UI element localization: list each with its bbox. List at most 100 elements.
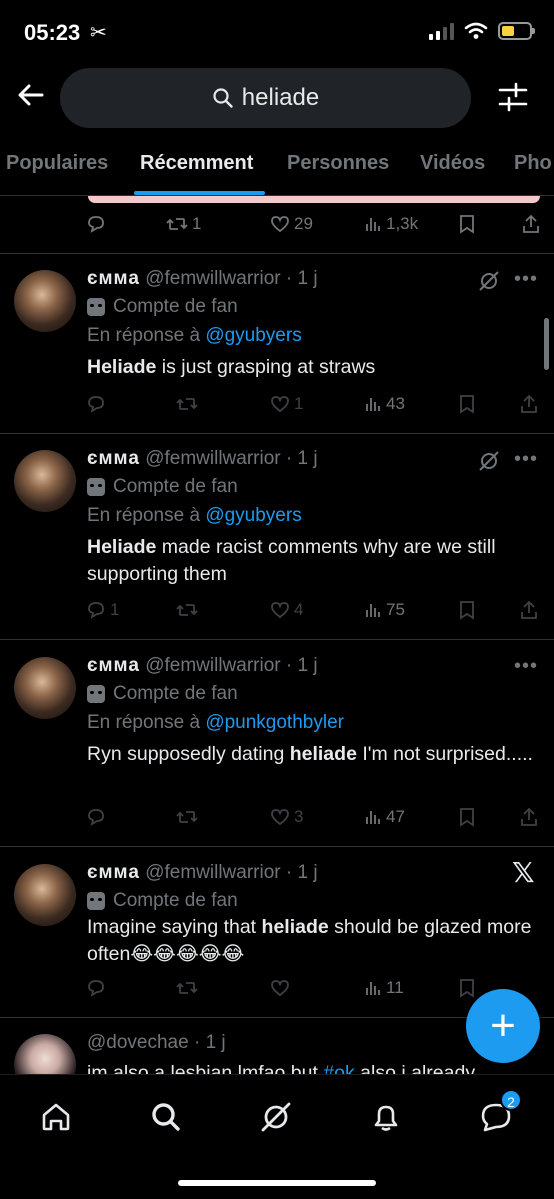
handle[interactable]: @femwillwarrior · 1 j [145, 448, 317, 469]
text-body: I'm not surprised..... [356, 743, 533, 765]
retweet-button[interactable] [176, 807, 198, 827]
like-button[interactable]: 29 [270, 214, 313, 234]
tab-videos[interactable]: Vidéos [420, 152, 485, 175]
tweet[interactable]: ємма @femwillwarrior · 1 j ••• Compte de… [0, 448, 554, 638]
hashtag[interactable]: #ok [323, 1062, 354, 1074]
reply-button[interactable] [86, 214, 106, 234]
search-input[interactable]: heliade [60, 68, 471, 128]
tab-populaires[interactable]: Populaires [6, 152, 108, 175]
tweet[interactable]: ємма @femwillwarrior · 1 j ••• Compte de… [0, 655, 554, 843]
more-icon[interactable]: ••• [514, 655, 538, 678]
more-icon[interactable]: ••• [514, 448, 538, 471]
fan-account-label: Compte de fan [87, 683, 238, 705]
handle[interactable]: @femwillwarrior · 1 j [145, 655, 317, 676]
reply-button[interactable] [86, 978, 106, 998]
reply-button[interactable]: 1 [86, 600, 119, 620]
bookmark-button[interactable] [458, 807, 476, 827]
bookmark-icon [460, 808, 474, 827]
tweet-header: @dovechae · 1 j [87, 1032, 226, 1054]
views-button[interactable]: 11 [364, 978, 404, 998]
reply-mention[interactable]: @gyubyers [205, 325, 301, 346]
reply-button[interactable] [86, 394, 106, 414]
views-button[interactable]: 1,3k [364, 214, 418, 234]
tab-photos[interactable]: Pho [514, 152, 552, 175]
scrollbar[interactable] [544, 318, 549, 370]
avatar[interactable] [14, 1034, 76, 1074]
tweet-header: ємма @femwillwarrior · 1 j [87, 655, 318, 677]
bookmark-icon [460, 395, 474, 414]
share-button[interactable] [520, 807, 538, 827]
handle[interactable]: @dovechae · 1 j [87, 1032, 226, 1053]
filter-sliders-icon[interactable] [496, 80, 530, 114]
bookmark-button[interactable] [458, 214, 476, 234]
tab-personnes[interactable]: Personnes [287, 152, 389, 175]
retweet-icon [176, 398, 198, 410]
display-name[interactable]: ємма [87, 862, 140, 883]
home-indicator[interactable] [178, 1180, 376, 1186]
grok-icon[interactable] [478, 450, 500, 472]
tweet-actions: 3 47 [0, 807, 537, 835]
retweet-icon [176, 982, 198, 994]
bookmark-button[interactable] [458, 978, 476, 998]
display-name[interactable]: ємма [87, 448, 140, 469]
search-tabs: Populaires Récemment Personnes Vidéos Ph… [0, 134, 554, 196]
display-name[interactable]: ємма [87, 655, 140, 676]
grok-icon[interactable] [478, 270, 500, 292]
share-button[interactable] [520, 600, 538, 620]
views-button[interactable]: 47 [364, 807, 405, 827]
display-name[interactable]: ємма [87, 268, 140, 289]
views-count: 47 [386, 807, 405, 826]
tab-recemment[interactable]: Récemment [140, 152, 253, 175]
tweet-text: Ryn supposedly dating heliade I'm not su… [87, 741, 542, 768]
nav-messages[interactable]: 2 [476, 1089, 522, 1137]
reply-prefix: En réponse à [87, 505, 206, 526]
tweet[interactable]: ємма @femwillwarrior · 1 j 𝕏 Compte de f… [0, 857, 554, 1014]
avatar[interactable] [14, 450, 76, 512]
compose-button[interactable]: + [466, 989, 540, 1063]
retweet-button[interactable] [176, 394, 198, 414]
reply-prefix: En réponse à [87, 325, 206, 346]
like-button[interactable]: 4 [270, 600, 303, 620]
like-button[interactable]: 1 [270, 394, 303, 414]
keyword: heliade [289, 743, 357, 765]
retweet-button[interactable] [176, 978, 198, 998]
handle[interactable]: @femwillwarrior · 1 j [145, 268, 317, 289]
reply-context: En réponse à @punkgothbyler [87, 712, 344, 734]
x-logo-icon[interactable]: 𝕏 [512, 856, 535, 889]
back-arrow-icon[interactable] [14, 78, 48, 112]
like-button[interactable]: 3 [270, 807, 303, 827]
reply-mention[interactable]: @gyubyers [205, 505, 301, 526]
bookmark-button[interactable] [458, 600, 476, 620]
share-icon [521, 807, 537, 826]
handle[interactable]: @femwillwarrior · 1 j [145, 862, 317, 883]
share-button[interactable] [522, 214, 540, 234]
views-button[interactable]: 43 [364, 394, 405, 414]
retweet-button[interactable]: 1 [166, 214, 201, 234]
more-icon[interactable]: ••• [514, 268, 538, 291]
avatar[interactable] [14, 270, 76, 332]
views-button[interactable]: 75 [364, 600, 405, 620]
search-results-feed[interactable]: 1 29 1,3k ємма @femwillwarrior · 1 j •••… [0, 196, 554, 1074]
tweet-actions: 11 [0, 978, 474, 1006]
nav-notifications[interactable] [366, 1097, 406, 1137]
retweet-icon [176, 604, 198, 616]
search-icon [213, 88, 233, 108]
bookmark-button[interactable] [458, 394, 476, 414]
text-body: also i already [354, 1062, 476, 1074]
like-icon [271, 809, 289, 826]
like-count: 4 [294, 600, 304, 619]
nav-explore[interactable] [146, 1097, 186, 1137]
share-button[interactable] [520, 394, 538, 414]
reply-mention[interactable]: @punkgothbyler [205, 712, 344, 733]
nav-home[interactable] [36, 1097, 76, 1137]
mask-icon [87, 478, 105, 496]
retweet-button[interactable] [176, 600, 198, 620]
divider [0, 433, 554, 434]
like-button[interactable] [270, 978, 290, 998]
avatar[interactable] [14, 864, 76, 926]
reply-button[interactable] [86, 807, 106, 827]
nav-grok[interactable] [256, 1097, 296, 1137]
signal-icon [429, 22, 454, 40]
tweet[interactable]: ємма @femwillwarrior · 1 j ••• Compte de… [0, 268, 554, 432]
avatar[interactable] [14, 657, 76, 719]
